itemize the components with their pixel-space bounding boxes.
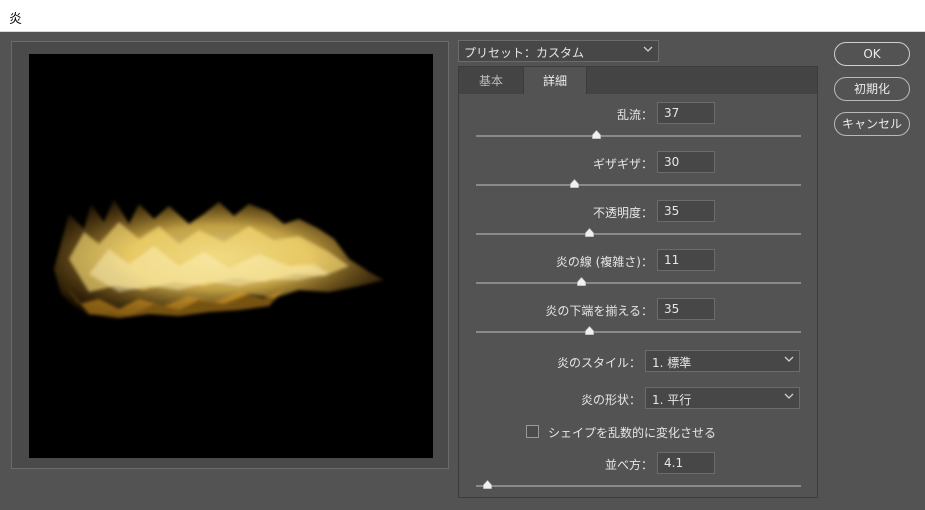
reset-button[interactable]: 初期化 xyxy=(834,77,910,101)
flame-style-label: 炎のスタイル： xyxy=(556,356,641,370)
turbulence-input[interactable]: 37 xyxy=(657,102,715,124)
chevron-down-icon xyxy=(784,393,794,399)
flame-bottom-align-slider[interactable] xyxy=(476,331,801,333)
flame-shape-dropdown[interactable]: 1. 平行 xyxy=(645,387,800,409)
flame-bottom-align-slider-thumb[interactable] xyxy=(585,326,594,335)
opacity-slider[interactable] xyxy=(476,233,801,235)
chevron-down-icon xyxy=(643,46,653,52)
advanced-panel: 乱流： 37 ギザギザ： 30 不透明度： 35 炎の線 (複雑さ)： 11 炎… xyxy=(458,94,818,498)
cancel-button[interactable]: キャンセル xyxy=(834,112,910,136)
arrangement-slider[interactable] xyxy=(476,485,801,487)
preset-value: プリセット：カスタム xyxy=(464,46,585,60)
randomize-shapes-label: シェイプを乱数的に変化させる xyxy=(548,426,717,440)
dialog-body: プリセット：カスタム 基本 詳細 乱流： 37 ギザギザ： 30 不透明度： 3… xyxy=(0,32,925,510)
flame-shape xyxy=(54,199,384,318)
tab-bar: 基本 詳細 xyxy=(458,66,818,96)
arrangement-input[interactable]: 4.1 xyxy=(657,452,715,474)
window-title: 炎 xyxy=(9,12,23,27)
flame-lines-input[interactable]: 11 xyxy=(657,249,715,271)
turbulence-slider-thumb[interactable] xyxy=(592,130,601,139)
flame-lines-label: 炎の線 (複雑さ)： xyxy=(555,255,653,269)
turbulence-label: 乱流： xyxy=(616,108,653,122)
title-bar: 炎 xyxy=(0,0,925,32)
flame-shape-label: 炎の形状： xyxy=(580,393,641,407)
flame-lines-slider-thumb[interactable] xyxy=(577,277,586,286)
tab-advanced[interactable]: 詳細 xyxy=(523,67,587,96)
flame-bottom-align-input[interactable]: 35 xyxy=(657,298,715,320)
randomize-shapes-checkbox[interactable] xyxy=(526,425,539,438)
turbulence-slider[interactable] xyxy=(476,135,801,137)
jaggy-slider-thumb[interactable] xyxy=(570,179,579,188)
flame-image xyxy=(54,199,384,318)
flame-lines-slider[interactable] xyxy=(476,282,801,284)
flame-bottom-align-label: 炎の下端を揃える： xyxy=(545,304,653,318)
preset-dropdown[interactable]: プリセット：カスタム xyxy=(458,40,659,62)
flame-preview[interactable] xyxy=(29,54,433,458)
opacity-label: 不透明度： xyxy=(592,206,653,220)
jaggy-label: ギザギザ： xyxy=(592,157,653,171)
opacity-input[interactable]: 35 xyxy=(657,200,715,222)
arrangement-slider-thumb[interactable] xyxy=(483,480,492,489)
flame-style-value: 1. 標準 xyxy=(652,356,692,370)
opacity-slider-thumb[interactable] xyxy=(585,228,594,237)
chevron-down-icon xyxy=(784,356,794,362)
ok-button[interactable]: OK xyxy=(834,42,910,66)
jaggy-input[interactable]: 30 xyxy=(657,151,715,173)
preview-frame xyxy=(11,41,449,469)
tab-basic[interactable]: 基本 xyxy=(459,67,523,95)
jaggy-slider[interactable] xyxy=(476,184,801,186)
flame-style-dropdown[interactable]: 1. 標準 xyxy=(645,350,800,372)
flame-shape-value: 1. 平行 xyxy=(652,393,692,407)
arrangement-label: 並べ方： xyxy=(604,458,653,472)
